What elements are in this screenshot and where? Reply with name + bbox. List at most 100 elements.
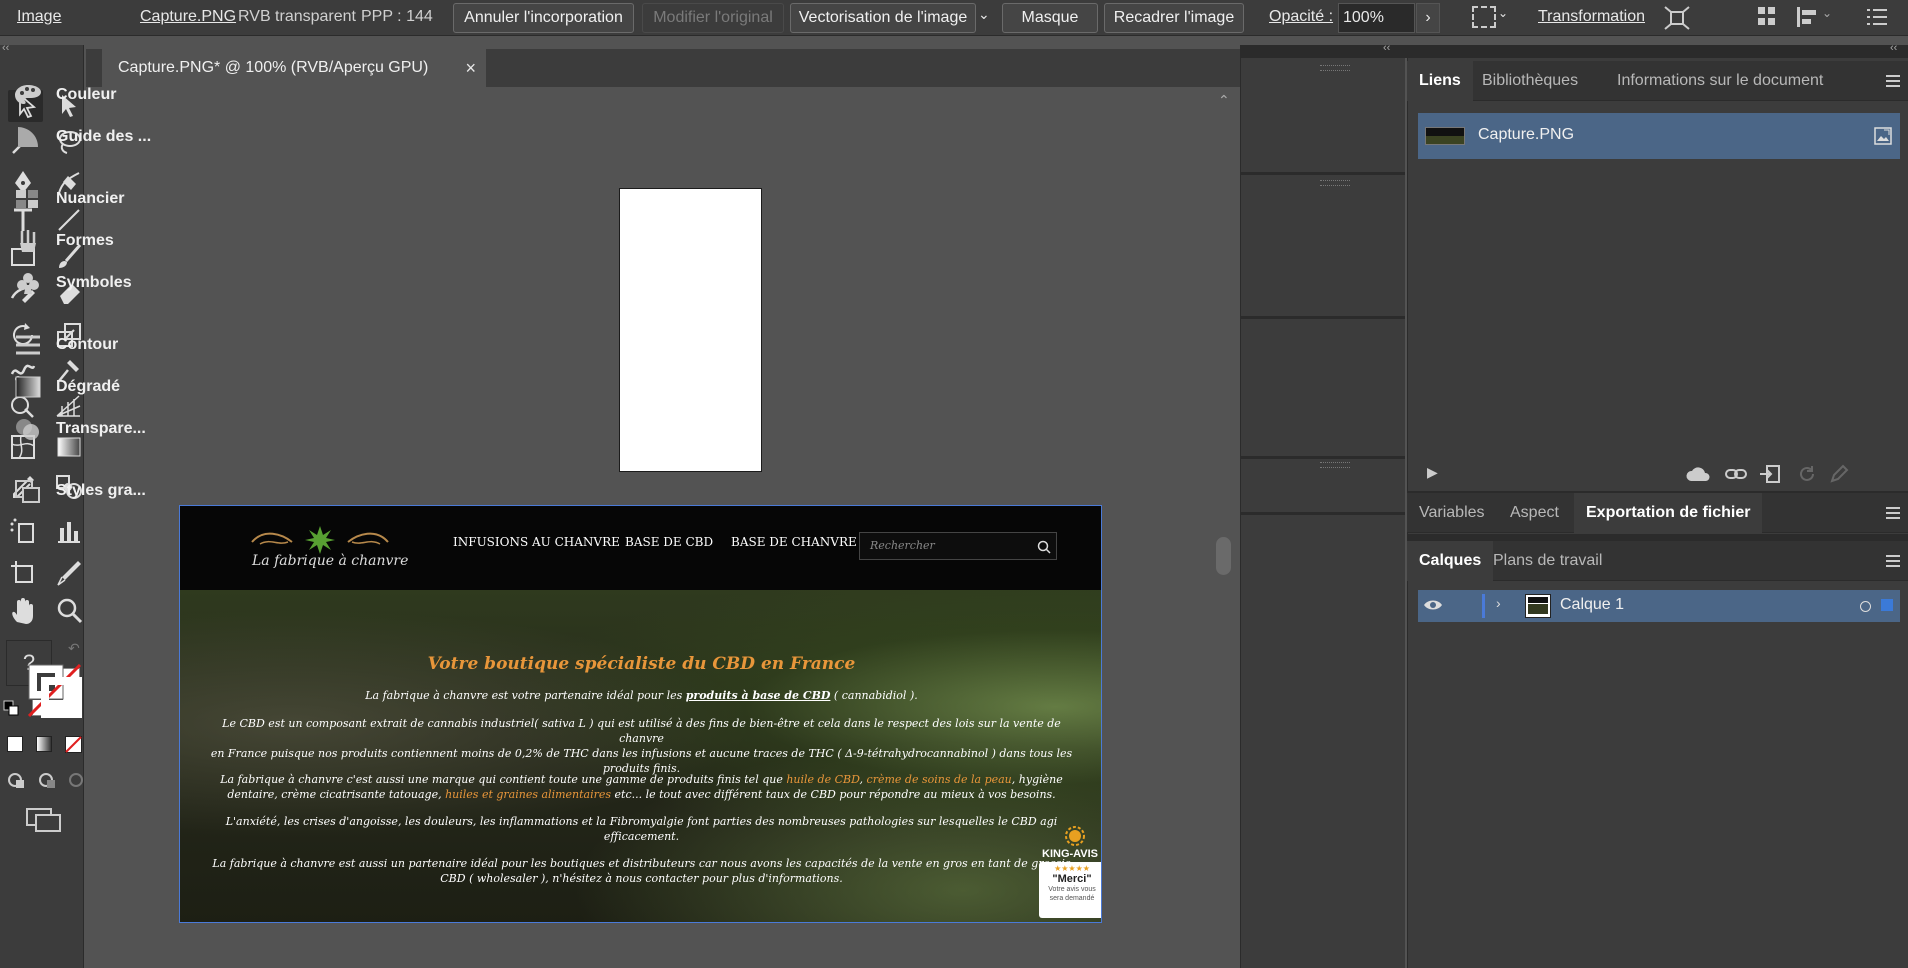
- symbol-sprayer-tool-icon[interactable]: [8, 516, 38, 546]
- symbols-club-icon: [17, 273, 39, 294]
- link-thumbnail: [1425, 127, 1465, 145]
- panel-separator: [1240, 172, 1405, 175]
- update-link-icon[interactable]: [1797, 464, 1817, 484]
- collapse-icon[interactable]: ‹‹: [2, 42, 9, 54]
- placed-image[interactable]: La fabrique à chanvre INFUSIONS AU CHANV…: [179, 505, 1102, 923]
- fill-none-swatch[interactable]: [28, 664, 82, 718]
- show-link-info-icon[interactable]: ▶: [1427, 464, 1438, 481]
- tab-variables[interactable]: Variables: [1407, 493, 1497, 533]
- links-footer: ▶: [1407, 460, 1908, 490]
- panel-menu-icon[interactable]: [1886, 555, 1900, 567]
- draw-behind-icon[interactable]: [37, 770, 57, 790]
- crop-image-button[interactable]: Recadrer l'image: [1104, 3, 1244, 33]
- panel-menu-icon[interactable]: [1886, 507, 1900, 519]
- panel-degrade[interactable]: Dégradé: [0, 366, 165, 408]
- expand-icon[interactable]: ‹‹: [1890, 42, 1897, 54]
- panel-menu-icon[interactable]: [1867, 8, 1887, 26]
- nav-infusions: INFUSIONS AU CHANVRE: [453, 535, 620, 549]
- link-row-capture[interactable]: Capture.PNG: [1418, 113, 1900, 159]
- chevron-down-icon[interactable]: ⌄: [1498, 6, 1508, 20]
- swatches-icon: [16, 190, 38, 208]
- screen-mode-icon[interactable]: [26, 808, 62, 832]
- chevron-down-icon[interactable]: ⌄: [978, 6, 990, 23]
- slice-tool-icon[interactable]: [54, 558, 84, 588]
- panel-grip[interactable]: [1320, 180, 1350, 186]
- artboard[interactable]: [619, 188, 762, 472]
- transform-link[interactable]: Transformation: [1538, 8, 1645, 26]
- tab-informations-document[interactable]: Informations sur le document: [1605, 61, 1835, 101]
- zoom-tool-icon[interactable]: [54, 596, 84, 626]
- none-mode-icon[interactable]: [65, 736, 82, 753]
- layer-row-calque-1[interactable]: › Calque 1: [1418, 590, 1900, 622]
- tab-exportation-fichier[interactable]: Exportation de fichier: [1574, 493, 1763, 533]
- cloud-link-icon[interactable]: [1685, 465, 1713, 483]
- chevron-right-icon[interactable]: ›: [1416, 3, 1440, 33]
- close-icon[interactable]: ×: [465, 49, 476, 87]
- site-hero: Votre boutique spécialiste du CBD en Fra…: [180, 590, 1101, 922]
- edit-original-icon[interactable]: [1829, 464, 1849, 484]
- vertical-scrollbar[interactable]: ⌃: [1211, 89, 1237, 968]
- chevron-right-icon[interactable]: ›: [1496, 595, 1501, 611]
- swap-colors-icon[interactable]: ↶: [68, 640, 80, 657]
- scrollbar-thumb[interactable]: [1216, 537, 1231, 575]
- go-to-link-icon[interactable]: [1759, 464, 1781, 484]
- collapse-icon[interactable]: ‹‹: [1383, 42, 1390, 54]
- tab-plans-de-travail[interactable]: Plans de travail: [1481, 541, 1614, 581]
- search-icon: [1037, 540, 1051, 554]
- draw-normal-icon[interactable]: [6, 770, 26, 790]
- king-avis-title: KING-AVIS: [1042, 848, 1099, 860]
- panel-formes[interactable]: Formes: [0, 220, 165, 262]
- artboard-tool-icon[interactable]: [8, 558, 38, 588]
- site-search-placeholder: Rechercher: [870, 539, 935, 552]
- transparency-icon: [16, 419, 39, 440]
- scroll-up-icon[interactable]: ⌃: [1218, 92, 1230, 109]
- sun-logo-icon: [1065, 826, 1085, 846]
- opacity-label[interactable]: Opacité :: [1269, 8, 1333, 26]
- hero-paragraph-4: L'anxiété, les crises d'angoisse, les do…: [225, 815, 1058, 843]
- panel-grip[interactable]: [1320, 462, 1350, 468]
- king-avis-card: ★★★★★ "Merci" Votre avis vous sera deman…: [1039, 862, 1101, 918]
- mask-button[interactable]: Masque: [1002, 3, 1098, 33]
- image-label[interactable]: Image: [17, 8, 61, 26]
- filename-link[interactable]: Capture.PNG: [140, 8, 236, 26]
- align-left-icon[interactable]: [1797, 7, 1819, 27]
- color-mode-icon[interactable]: [7, 736, 23, 752]
- site-logo-text: La fabrique à chanvre: [252, 553, 409, 569]
- panel-couleur[interactable]: Couleur: [0, 74, 165, 116]
- layer-thumbnail: [1525, 594, 1551, 618]
- tab-liens[interactable]: Liens: [1407, 61, 1473, 101]
- panel-guide-couleurs[interactable]: Guide des ...: [0, 116, 165, 158]
- column-graph-tool-icon[interactable]: [54, 516, 84, 546]
- export-tabbar: Variables Aspect Exportation de fichier: [1407, 493, 1908, 533]
- tab-bibliotheques[interactable]: Bibliothèques: [1470, 61, 1590, 101]
- hand-tool-icon[interactable]: [8, 596, 38, 626]
- eye-visibility-icon[interactable]: [1423, 598, 1443, 612]
- isolate-icon[interactable]: [1664, 6, 1690, 30]
- panel-menu-icon[interactable]: [1886, 75, 1900, 87]
- unembed-button[interactable]: Annuler l'incorporation: [453, 3, 634, 33]
- embedded-image-icon: [1874, 127, 1892, 145]
- nav-base-chanvre: BASE DE CHANVRE: [731, 535, 857, 549]
- align-bounds-icon[interactable]: [1472, 6, 1496, 28]
- edit-original-button[interactable]: Modifier l'original: [642, 3, 784, 33]
- chevron-down-icon[interactable]: ⌄: [1822, 6, 1832, 20]
- draw-inside-icon[interactable]: [66, 770, 86, 790]
- relink-icon[interactable]: [1725, 466, 1747, 482]
- arrange-icon[interactable]: [1758, 7, 1776, 27]
- panel-grip[interactable]: [1320, 65, 1350, 71]
- color-palette-icon: [15, 85, 41, 104]
- selection-square-icon[interactable]: [1881, 599, 1893, 611]
- opacity-input[interactable]: 100%: [1338, 3, 1415, 33]
- stroke-lines-icon: [16, 335, 40, 355]
- panel-symboles[interactable]: Symboles: [0, 262, 165, 304]
- panel-transparence[interactable]: Transpare...: [0, 408, 165, 450]
- target-circle-icon[interactable]: [1860, 601, 1871, 612]
- site-header: La fabrique à chanvre INFUSIONS AU CHANV…: [180, 506, 1101, 590]
- default-colors-icon[interactable]: [3, 700, 19, 716]
- panel-styles-graphiques[interactable]: Styles gra...: [0, 470, 165, 512]
- image-trace-button[interactable]: Vectorisation de l'image: [790, 3, 976, 33]
- tab-aspect[interactable]: Aspect: [1498, 493, 1571, 533]
- gradient-mode-icon[interactable]: [36, 736, 52, 752]
- panel-nuancier[interactable]: Nuancier: [0, 178, 165, 220]
- panel-contour[interactable]: Contour: [0, 324, 165, 366]
